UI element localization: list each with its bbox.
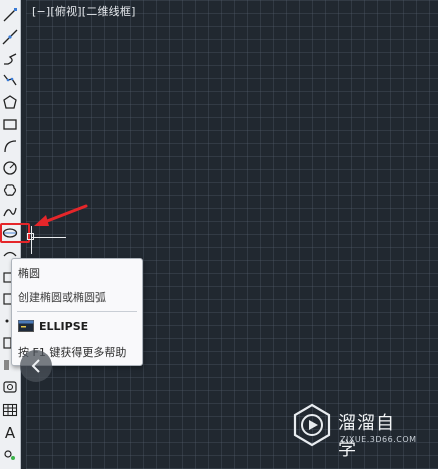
crosshair-cursor-vertical — [31, 226, 32, 254]
polygon-icon[interactable] — [1, 93, 19, 111]
region-icon[interactable] — [1, 378, 19, 396]
polyline-icon[interactable] — [1, 50, 19, 68]
line-icon[interactable] — [1, 6, 19, 24]
circle-icon[interactable] — [1, 159, 19, 177]
watermark-url: ZIXUE.3D66.COM — [340, 435, 417, 444]
collapse-button[interactable] — [20, 350, 52, 382]
red-pointer-arrow-icon — [34, 204, 88, 226]
viewport-controls-label[interactable]: [−][俯视][二维线框] — [32, 3, 136, 19]
multiline-text-icon[interactable]: A — [1, 424, 19, 442]
command-prompt-icon — [18, 320, 34, 332]
drawing-canvas[interactable] — [26, 0, 438, 469]
add-selected-icon[interactable] — [1, 445, 19, 463]
spline-icon[interactable] — [1, 203, 19, 221]
crosshair-pickbox — [27, 233, 34, 240]
tooltip-description: 创建椭圆或椭圆弧 — [18, 291, 106, 304]
revision-cloud-icon[interactable] — [1, 181, 19, 199]
rectangle-icon[interactable] — [1, 115, 19, 133]
chevron-left-icon — [31, 359, 40, 373]
crosshair-cursor-horizontal — [32, 237, 66, 238]
tooltip-title: 椭圆 — [18, 267, 40, 280]
construction-line-icon[interactable] — [1, 28, 19, 46]
ellipse-tool-highlight — [0, 223, 30, 243]
table-icon[interactable] — [1, 401, 19, 419]
watermark: 溜溜自学 ZIXUE.3D66.COM — [292, 403, 416, 460]
play-logo-icon — [293, 403, 331, 447]
tooltip-divider — [17, 311, 137, 312]
arc-icon[interactable] — [1, 137, 19, 155]
spline-fit-icon[interactable] — [1, 71, 19, 89]
tooltip-command: ELLIPSE — [39, 320, 89, 333]
